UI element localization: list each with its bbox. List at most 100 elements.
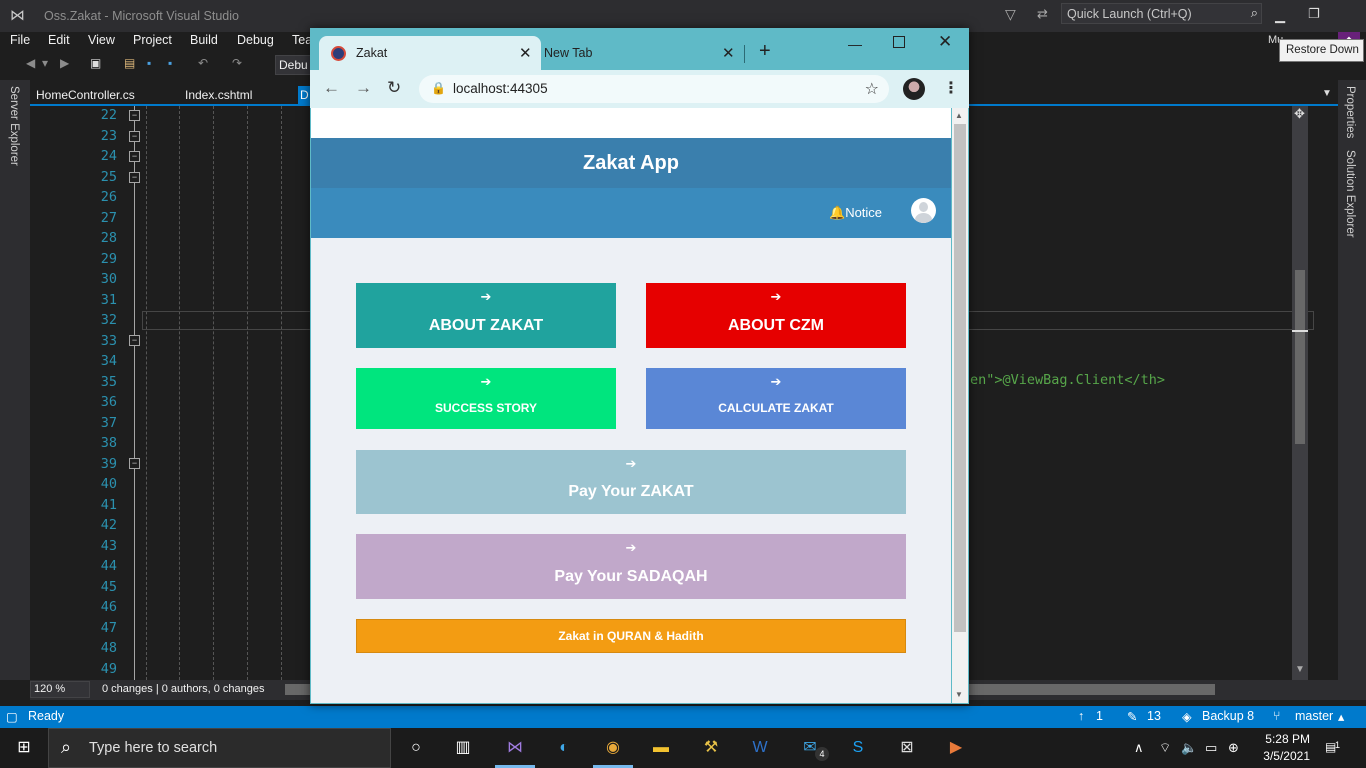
live-share-icon[interactable]: ⇄ — [1037, 6, 1048, 22]
tab-homecontroller[interactable]: HomeController.cs — [36, 88, 135, 102]
tools-icon[interactable]: ⚒ — [698, 735, 724, 761]
chrome-icon[interactable]: ◉ — [600, 735, 626, 761]
menu-file[interactable]: File — [10, 33, 30, 47]
tray-chevron-icon[interactable]: ∧ — [1134, 740, 1144, 756]
line-number: 41 — [100, 496, 117, 513]
editor-vertical-scrollbar[interactable]: ✥ ▼ — [1292, 106, 1308, 680]
solution-explorer-tab[interactable]: Solution Explorer — [1344, 150, 1356, 238]
notice-link[interactable]: 🔔Notice — [829, 205, 882, 221]
store-icon[interactable]: ⊠ — [894, 735, 920, 761]
solution-configuration-select[interactable]: Debu — [275, 55, 311, 75]
browser-close-button[interactable]: ✕ — [938, 32, 952, 52]
redo-icon[interactable]: ↷ — [232, 56, 242, 70]
reload-icon[interactable]: ↻ — [387, 78, 401, 98]
tab-overflow-chevron-icon[interactable]: ▼ — [1322, 88, 1332, 99]
back-icon[interactable]: ◀ — [26, 56, 35, 70]
status-changes-count[interactable]: 13 — [1147, 709, 1161, 723]
media-player-icon[interactable]: ▶ — [943, 735, 969, 761]
browser-menu-icon[interactable]: ⋮ — [943, 78, 959, 98]
page-scrollbar-thumb[interactable] — [954, 124, 966, 632]
codelens-changes[interactable]: 0 changes | 0 authors, 0 changes — [102, 683, 264, 695]
new-project-icon[interactable]: ▣ — [90, 56, 101, 70]
browser-tab-zakat[interactable]: Zakat ✕ — [319, 36, 541, 70]
new-tab-button[interactable]: + — [759, 40, 771, 63]
collapse-toggle[interactable]: − — [129, 172, 140, 183]
status-window-icon: ▢ — [6, 710, 18, 724]
about-czm-button[interactable]: ➔ ABOUT CZM — [646, 283, 906, 348]
line-number: 36 — [100, 394, 117, 410]
tab-index-cshtml[interactable]: Index.cshtml — [185, 88, 252, 102]
lock-icon[interactable]: 🔒 — [431, 81, 446, 95]
line-number: 25 — [100, 168, 117, 185]
collapse-toggle[interactable]: − — [129, 110, 140, 121]
browser-tab-new[interactable]: New Tab ✕ — [541, 36, 743, 70]
split-window-icon[interactable]: ✥ — [1294, 106, 1305, 122]
menu-view[interactable]: View — [88, 33, 115, 47]
quick-launch-input[interactable]: Quick Launch (Ctrl+Q) ⌕ — [1061, 3, 1262, 24]
feedback-filter-icon[interactable]: ▽ — [1005, 6, 1016, 23]
open-file-icon[interactable]: ▤ — [124, 56, 135, 70]
bell-icon: 🔔 — [829, 205, 846, 220]
menu-debug[interactable]: Debug — [237, 33, 274, 47]
scroll-down-arrow-icon[interactable]: ▼ — [1295, 664, 1305, 675]
wifi-icon[interactable]: ⌔ — [1159, 740, 1171, 756]
menu-edit[interactable]: Edit — [48, 33, 70, 47]
pay-zakat-button[interactable]: ➔ Pay Your ZAKAT — [356, 450, 906, 514]
menu-project[interactable]: Project — [133, 33, 172, 47]
status-unpushed-count[interactable]: 1 — [1096, 709, 1103, 723]
about-zakat-button[interactable]: ➔ ABOUT ZAKAT — [356, 283, 616, 348]
bookmark-star-icon[interactable]: ☆ — [865, 79, 879, 99]
status-ready: Ready — [28, 709, 65, 723]
properties-tab[interactable]: Properties — [1344, 86, 1356, 138]
tab-active-document[interactable]: D — [298, 86, 310, 105]
zoom-select[interactable]: 120 % — [30, 681, 90, 698]
network-globe-icon[interactable]: ⊕ — [1228, 740, 1239, 756]
browser-maximize-button[interactable] — [893, 36, 905, 48]
volume-icon[interactable]: 🔈 — [1181, 740, 1197, 756]
pay-sadaqah-button[interactable]: ➔ Pay Your SADAQAH — [356, 534, 906, 599]
save-all-icon[interactable]: ▪ — [168, 56, 172, 70]
forward-arrow-icon[interactable]: → — [355, 78, 372, 98]
dropdown-icon[interactable]: ▾ — [42, 56, 48, 70]
profile-avatar[interactable] — [903, 78, 925, 100]
user-avatar[interactable] — [911, 198, 936, 223]
collapse-toggle[interactable]: − — [129, 458, 140, 469]
close-tab-icon[interactable]: ✕ — [722, 44, 735, 62]
vs-minimize-button[interactable]: ▁ — [1275, 8, 1285, 24]
status-repository[interactable]: Backup 8 — [1202, 709, 1254, 723]
calculate-zakat-button[interactable]: ➔ CALCULATE ZAKAT — [646, 368, 906, 429]
undo-icon[interactable]: ↶ — [198, 56, 208, 70]
forward-icon[interactable]: ▶ — [60, 56, 69, 70]
server-explorer-tab[interactable]: Server Explorer — [8, 86, 20, 166]
collapse-toggle[interactable]: − — [129, 335, 140, 346]
browser-minimize-button[interactable]: — — [848, 36, 862, 52]
taskbar-search-box[interactable]: ⌕ Type here to search — [48, 728, 391, 768]
status-branch[interactable]: master — [1295, 709, 1333, 723]
vs-restore-down-button[interactable]: ❐ — [1308, 6, 1320, 22]
close-tab-icon[interactable]: ✕ — [519, 44, 532, 62]
taskbar-clock[interactable]: 5:28 PM 3/5/2021 — [1248, 731, 1310, 765]
task-view-icon[interactable]: ▥ — [450, 735, 476, 761]
scroll-up-arrow-icon[interactable]: ▲ — [955, 111, 963, 120]
visual-studio-icon[interactable]: ⋈ — [502, 735, 528, 761]
address-bar[interactable]: 🔒 localhost:44305 ☆ — [419, 75, 889, 103]
success-story-button[interactable]: ➔ SUCCESS STORY — [356, 368, 616, 429]
word-icon[interactable]: W — [747, 735, 773, 761]
back-arrow-icon[interactable]: ← — [323, 78, 340, 98]
branch-menu-chevron-icon[interactable]: ▴ — [1338, 709, 1344, 724]
cortana-icon[interactable]: ○ — [403, 735, 429, 761]
skype-icon[interactable]: S — [845, 735, 871, 761]
quran-hadith-button[interactable]: Zakat in QURAN & Hadith — [356, 619, 906, 653]
file-explorer-icon[interactable]: ▬ — [648, 735, 674, 761]
vs-status-bar: ▢ Ready ↑ 1 ✎ 13 ◈ Backup 8 ⑂ master ▴ — [0, 706, 1366, 728]
page-scrollbar[interactable]: ▲ ▼ — [952, 108, 968, 703]
scrollbar-thumb[interactable] — [1295, 270, 1305, 444]
collapse-toggle[interactable]: − — [129, 131, 140, 142]
edge-icon[interactable]: ◐ — [551, 735, 577, 761]
save-icon[interactable]: ▪ — [147, 56, 151, 70]
scroll-down-arrow-icon[interactable]: ▼ — [955, 690, 963, 699]
battery-icon[interactable]: ▭ — [1205, 740, 1217, 756]
menu-build[interactable]: Build — [190, 33, 218, 47]
collapse-toggle[interactable]: − — [129, 151, 140, 162]
windows-start-icon[interactable]: ⊞ — [11, 735, 37, 761]
